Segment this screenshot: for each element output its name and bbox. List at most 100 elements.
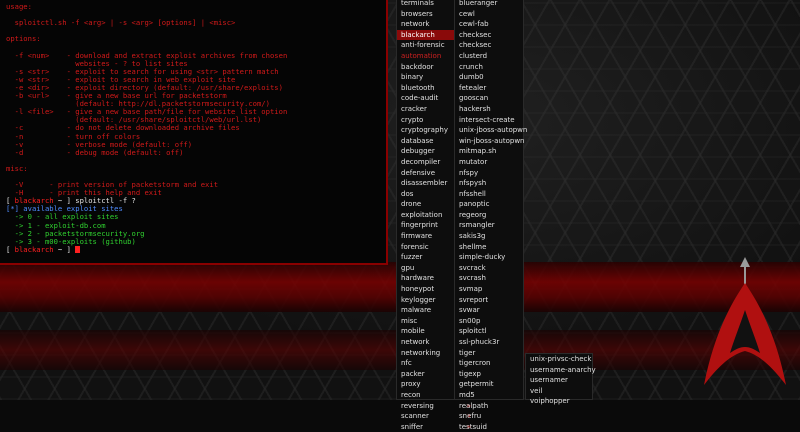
menu2-item-svreport[interactable]: svreport	[455, 295, 523, 306]
menu2-item-unix-jboss-autopwn[interactable]: unix-jboss-autopwn	[455, 125, 527, 136]
menu-item-label: realpath	[459, 401, 489, 410]
menu-item-label: database	[401, 136, 434, 145]
terminal-line: options:	[6, 34, 41, 44]
menu2-item-intersect-create[interactable]: intersect-create	[455, 115, 523, 126]
menu2-item-win-jboss-autopwn[interactable]: win-jboss-autopwn	[455, 136, 525, 147]
menu-item-label: mutator	[459, 157, 488, 166]
menu-item-label: backdoor	[401, 62, 434, 71]
menu2-item-tigexp[interactable]: tigexp	[455, 369, 523, 380]
menu2-item-regeorg[interactable]: regeorg	[455, 210, 523, 221]
menu2-item-tigercron[interactable]: tigercron	[455, 358, 523, 369]
menu-item-label: code-audit	[401, 94, 439, 103]
menu2-item-getpermit[interactable]: getpermit	[455, 379, 523, 390]
menu-item-label: win-jboss-autopwn	[459, 136, 525, 145]
menu2-item-sn00p[interactable]: sn00p	[455, 316, 523, 327]
menu-item-label: terminals	[401, 0, 434, 7]
menu3-item-voiphopper[interactable]: voiphopper	[526, 396, 592, 407]
menu2-item-sploitctl[interactable]: sploitctl	[455, 326, 523, 337]
menu2-item-svcrash[interactable]: svcrash	[455, 273, 523, 284]
menu-item-label: getpermit	[459, 380, 494, 389]
terminal-line: -d - debug mode (default: off)	[6, 147, 184, 157]
menu-item-label: tigexp	[459, 369, 481, 378]
menu2-item-tiger[interactable]: tiger	[455, 348, 523, 359]
menu-item-label: hardware	[401, 274, 434, 283]
menu3-item-veil[interactable]: veil	[526, 386, 592, 397]
menu-item-label: browsers	[401, 9, 433, 18]
menu2-item-mitmap-sh[interactable]: mitmap.sh	[455, 146, 523, 157]
menu-item-label: shellme	[459, 242, 487, 251]
menu-item-label: recon	[401, 390, 421, 399]
menu2-item-hackersh[interactable]: hackersh	[455, 104, 523, 115]
menu2-item-shellme[interactable]: shellme	[455, 242, 523, 253]
menu-item-label: networking	[401, 348, 441, 357]
menu-item-label: fetealer	[459, 83, 487, 92]
menu-item-label: rsmangler	[459, 221, 495, 230]
menu2-item-nfspy[interactable]: nfspy	[455, 168, 523, 179]
blackarch-logo	[704, 257, 786, 385]
terminal-window[interactable]: usage: sploitctl.sh -f <arg> | -s <arg> …	[0, 0, 388, 265]
menu2-item-blueranger[interactable]: blueranger	[455, 0, 523, 9]
menu-item-label: svmap	[459, 285, 483, 294]
menu2-item-dumb0[interactable]: dumb0	[455, 72, 523, 83]
menu-item-label: mitmap.sh	[459, 147, 497, 156]
menu2-item-gooscan[interactable]: gooscan	[455, 93, 523, 104]
menu2-item-snefru[interactable]: snefru	[455, 411, 523, 422]
menu-item-label: svwar	[459, 306, 480, 315]
menu2-item-rsmangler[interactable]: rsmangler	[455, 220, 523, 231]
menu3-item-unix-privsc-check[interactable]: unix-privsc-check	[526, 354, 592, 365]
menu2-item-ssl-phuck3r[interactable]: ssl-phuck3r	[455, 337, 523, 348]
menu2-item-svwar[interactable]: svwar	[455, 305, 523, 316]
menu-item-label: simple-ducky	[459, 253, 506, 262]
menu2-item-sakis3g[interactable]: sakis3g	[455, 231, 523, 242]
menu3-item-usernamer[interactable]: usernamer	[526, 375, 592, 386]
menu-item-label: nfspysh	[459, 179, 487, 188]
menu-item-label: voiphopper	[530, 397, 570, 406]
menu-item-label: md5	[459, 390, 475, 399]
menu2-item-testsuid[interactable]: testsuid	[455, 422, 523, 432]
menu2-item-md5[interactable]: md5	[455, 390, 523, 401]
menu2-item-checksec[interactable]: checksec	[455, 40, 523, 51]
menu2-item-nfspysh[interactable]: nfspysh	[455, 178, 523, 189]
menu2-item-checksec[interactable]: checksec	[455, 30, 523, 41]
menu-item-label: sploitctl	[459, 327, 487, 336]
menu2-item-fetealer[interactable]: fetealer	[455, 83, 523, 94]
menu-item-label: disassembler	[401, 179, 448, 188]
menu-item-label: hackersh	[459, 104, 491, 113]
menu2-item-simple-ducky[interactable]: simple-ducky	[455, 252, 523, 263]
menu-item-label: debugger	[401, 147, 435, 156]
menu-item-label: checksec	[459, 41, 492, 50]
menu-item-label: veil	[530, 386, 543, 395]
menu-item-label: checksec	[459, 30, 492, 39]
menu3-item-username-anarchy[interactable]: username-anarchy	[526, 365, 596, 376]
menu-item-label: fuzzer	[401, 253, 423, 262]
menu2-item-clusterd[interactable]: clusterd	[455, 51, 523, 62]
menu-item-label: anti-forensic	[401, 41, 445, 50]
menu-item-label: automation	[401, 51, 442, 60]
menu-item-label: tiger	[459, 348, 476, 357]
menu-item-label: forensic	[401, 242, 429, 251]
terminal-cursor	[75, 246, 81, 254]
menu2-item-svmap[interactable]: svmap	[455, 284, 523, 295]
menu-item-label: decompiler	[401, 157, 441, 166]
menu-item-label: keylogger	[401, 295, 436, 304]
menu2-item-mutator[interactable]: mutator	[455, 157, 523, 168]
terminal-prompt: [ blackarch ~ ]	[6, 245, 386, 254]
menu2-item-nfsshell[interactable]: nfsshell	[455, 189, 523, 200]
menu2-item-cewl-fab[interactable]: cewl-fab	[455, 19, 523, 30]
menu2-item-panoptic[interactable]: panoptic	[455, 199, 523, 210]
menu-item-label: snefru	[459, 412, 482, 421]
menu-item-label: exploitation	[401, 210, 443, 219]
menu2-item-svcrack[interactable]: svcrack	[455, 263, 523, 274]
menu-item-label: tigercron	[459, 359, 491, 368]
menu-item-label: sakis3g	[459, 232, 486, 241]
terminal-line: usage:	[6, 2, 32, 11]
menu-item-label: username-anarchy	[530, 365, 596, 374]
menu2-item-cewl[interactable]: cewl	[455, 9, 523, 20]
menu2-item-crunch[interactable]: crunch	[455, 62, 523, 73]
menu-item-label: cryptography	[401, 126, 448, 135]
menu2-item-realpath[interactable]: realpath	[455, 401, 523, 412]
menu-item-label: proxy	[401, 380, 421, 389]
menu-item-label: fingerprint	[401, 221, 438, 230]
